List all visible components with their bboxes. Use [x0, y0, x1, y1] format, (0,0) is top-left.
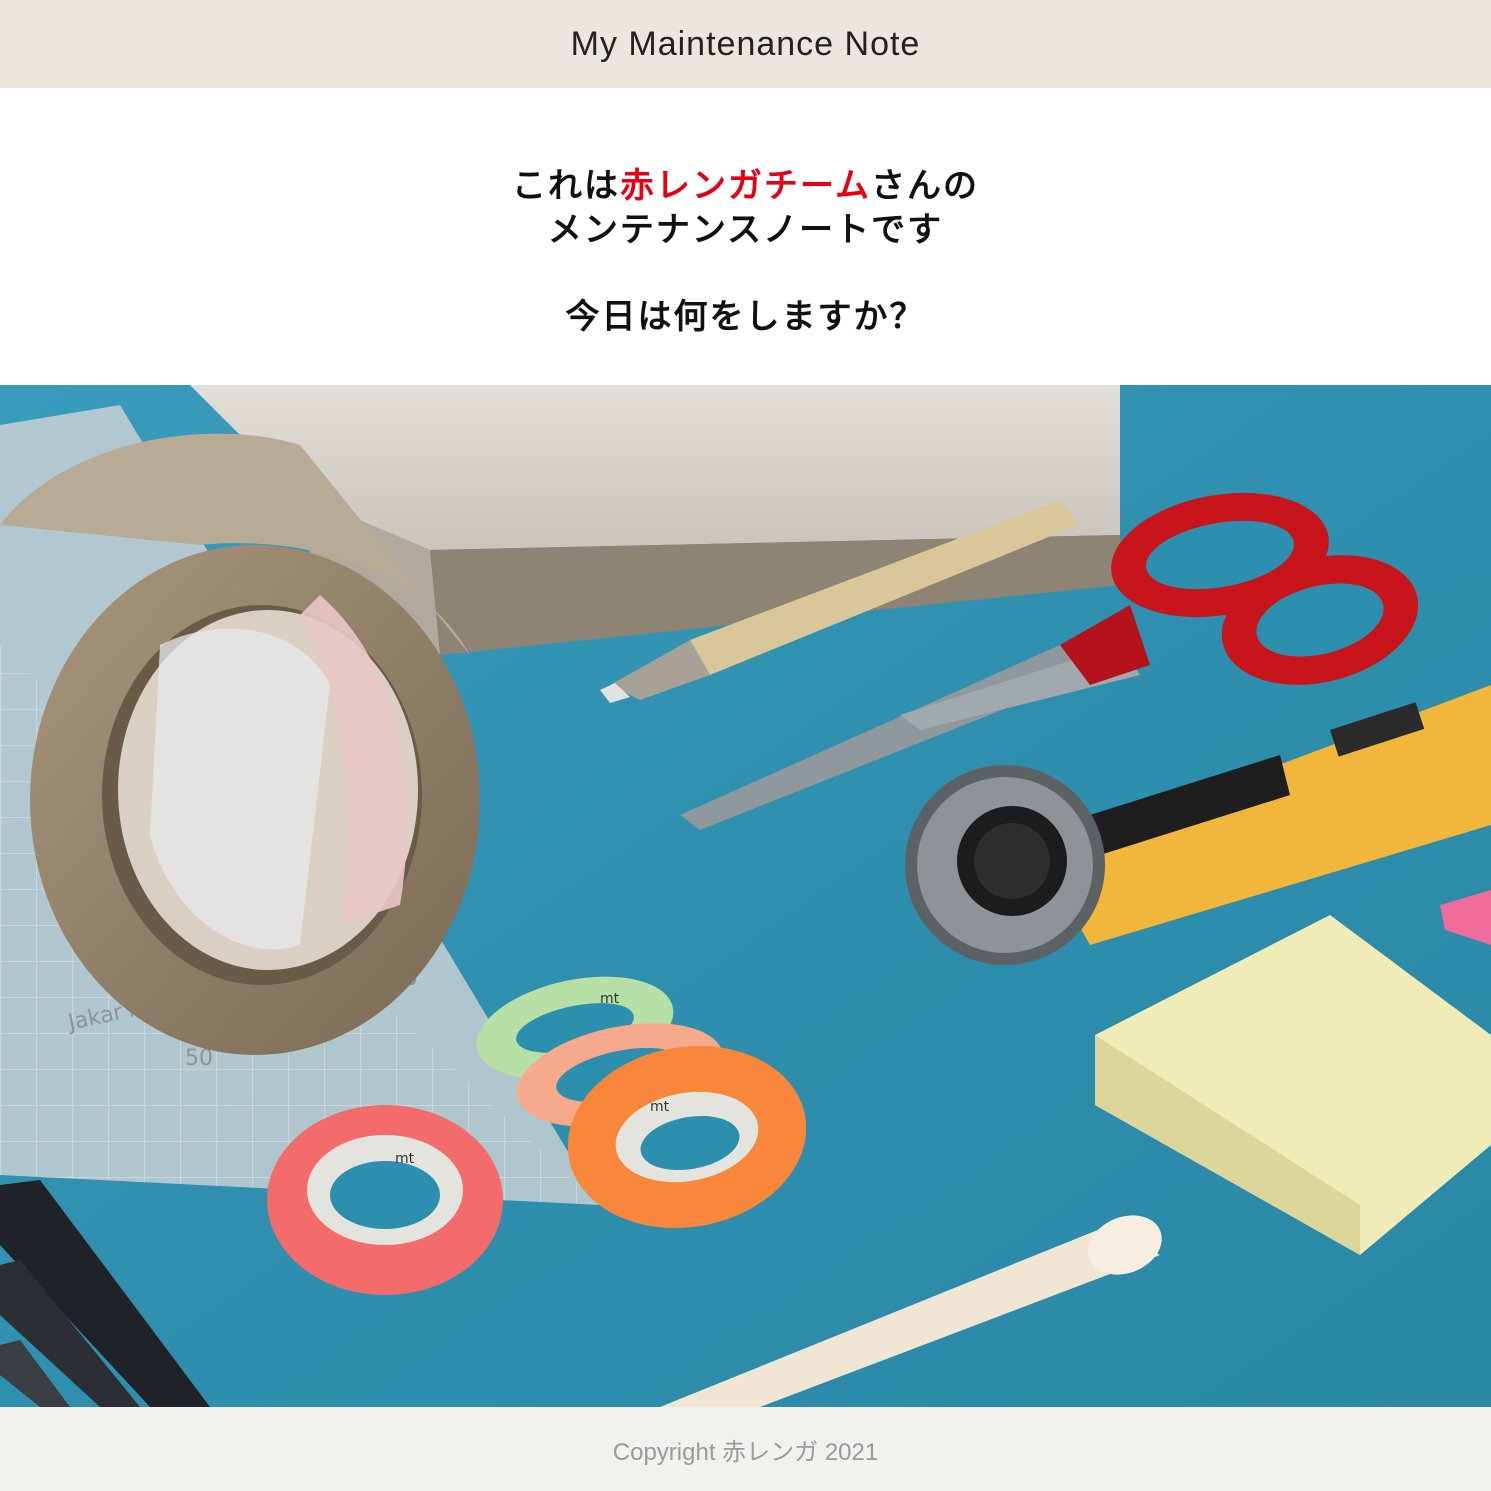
hero-subtitle-line: メンテナンスノートです	[547, 210, 944, 250]
site-footer: Copyright 赤レンガ 2021	[0, 1407, 1491, 1491]
hero-intro-line: これは赤レンガチームさんの	[0, 164, 1491, 208]
site-title[interactable]: My Maintenance Note	[571, 25, 921, 64]
hero-prefix: これは	[512, 166, 620, 206]
copyright-text: Copyright 赤レンガ 2021	[612, 1438, 879, 1466]
washi-brand-orange: mt	[650, 1099, 670, 1115]
hero-question: 今日は何をしますか？	[565, 297, 926, 337]
washi-brand-pink: mt	[395, 1151, 415, 1167]
hero-photo: 55 50 Jakar A2	[0, 385, 1491, 1407]
site-header: My Maintenance Note	[0, 0, 1491, 88]
hero-section: これは赤レンガチームさんの メンテナンスノートです 今日は何をしますか？	[0, 88, 1491, 385]
mat-ruler-label-50: 50	[185, 1046, 213, 1071]
team-name: 赤レンガチーム	[620, 166, 871, 206]
washi-tape-pink: mt	[267, 1105, 503, 1295]
washi-brand-green: mt	[600, 991, 620, 1007]
hero-suffix: さんの	[870, 166, 979, 206]
craft-tools-illustration: 55 50 Jakar A2	[0, 385, 1491, 1407]
